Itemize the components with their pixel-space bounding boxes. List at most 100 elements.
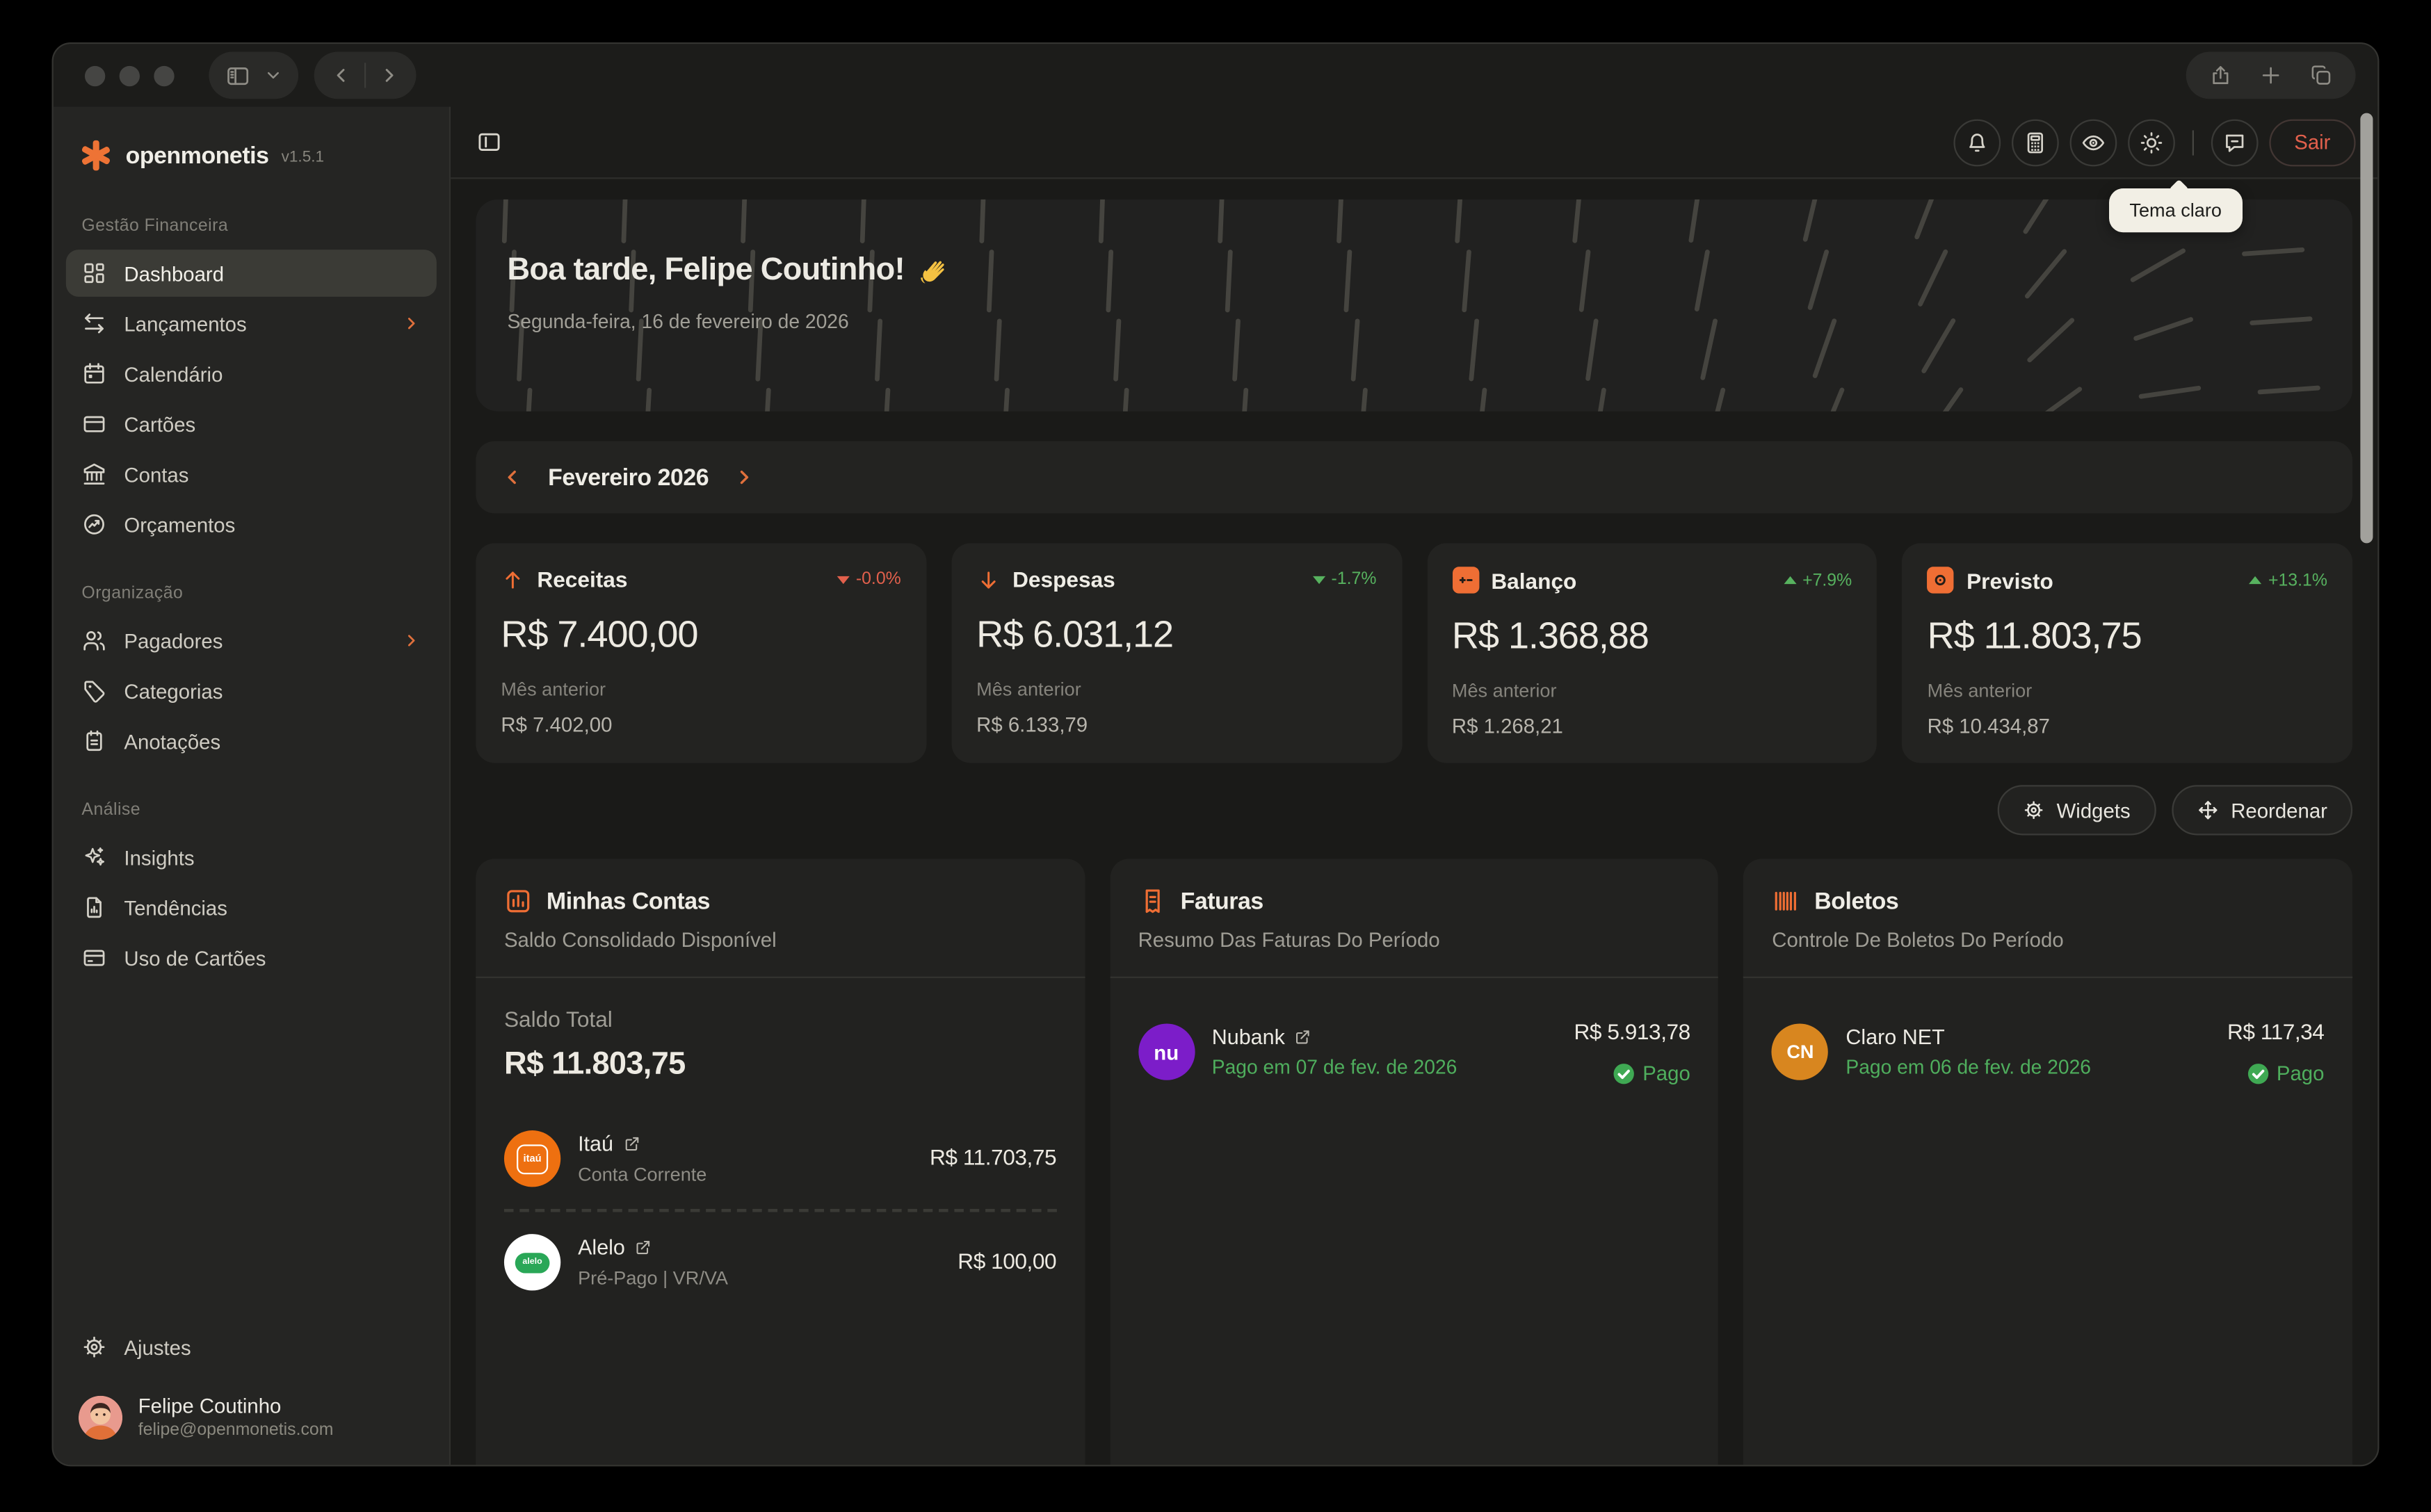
privacy-button[interactable] <box>2069 119 2117 166</box>
bill-name: Claro NET <box>1846 1025 1944 1049</box>
account-name: Itaú <box>578 1132 613 1155</box>
forward-icon[interactable] <box>378 65 401 87</box>
dashed-divider <box>504 1209 1056 1212</box>
scrollbar-thumb[interactable] <box>2360 113 2373 544</box>
minimize-window-button[interactable] <box>120 65 140 86</box>
month-label: Fevereiro 2026 <box>548 464 709 490</box>
sidebar-item-ajustes[interactable]: Ajustes <box>66 1324 437 1371</box>
bill-row-claro-net[interactable]: CN Claro NET Pago em 06 de fev. de 2026 … <box>1772 1007 2324 1098</box>
sidebar-item-tendencias[interactable]: Tendências <box>66 884 437 931</box>
sidebar-item-cartoes[interactable]: Cartões <box>66 400 437 448</box>
stat-card-balanco[interactable]: Balanço +7.9% R$ 1.368,88 Mês anterior R… <box>1427 543 1877 763</box>
claro-net-logo: CN <box>1772 1023 1828 1080</box>
sidebar-item-pagadores[interactable]: Pagadores <box>66 617 437 665</box>
collapse-sidebar-button[interactable] <box>476 129 502 155</box>
external-link-icon[interactable] <box>1294 1028 1311 1046</box>
account-row-alelo[interactable]: alelo Alelo Pré-Pago | VR/VA R$ 100,00 <box>504 1221 1056 1303</box>
previous-month-button[interactable] <box>492 457 533 498</box>
sidebar-item-contas[interactable]: Contas <box>66 450 437 498</box>
app: openmonetis v1.5.1 Gestão Financeira Das… <box>54 107 2377 1465</box>
sidebar-item-orcamentos[interactable]: Orçamentos <box>66 501 437 548</box>
feedback-button[interactable] <box>2211 119 2259 166</box>
sidebar-item-anotacoes[interactable]: Anotações <box>66 717 437 765</box>
total-label: Saldo Total <box>504 1007 1056 1032</box>
sun-icon <box>2139 129 2164 154</box>
new-tab-icon[interactable] <box>2259 63 2284 88</box>
share-icon[interactable] <box>2208 63 2233 88</box>
external-link-icon[interactable] <box>623 1135 640 1153</box>
tab-overview-icon[interactable] <box>2309 63 2334 88</box>
stat-badge: -1.7% <box>1312 570 1376 589</box>
bank-icon <box>81 462 106 487</box>
external-link-icon[interactable] <box>634 1239 652 1256</box>
sidebar-footer: Ajustes Felipe Coutinho felipe@openmonet… <box>66 1322 437 1446</box>
month-selector: Fevereiro 2026 <box>476 441 2352 514</box>
invoices-card-header: Faturas Resumo Das Faturas Do Período <box>1110 859 1719 978</box>
zoom-window-button[interactable] <box>154 65 174 86</box>
browser-chrome <box>54 44 2377 106</box>
notepad-icon <box>81 729 106 754</box>
sidebar-item-label: Orçamentos <box>124 512 235 536</box>
wave-emoji-icon <box>917 255 948 286</box>
message-icon <box>2222 129 2247 154</box>
logout-button[interactable]: Sair <box>2269 119 2355 166</box>
sidebar-item-uso-de-cartoes[interactable]: Uso de Cartões <box>66 934 437 982</box>
theme-tooltip: Tema claro <box>2109 188 2242 232</box>
account-amount: R$ 11.703,75 <box>930 1144 1056 1169</box>
stat-card-previsto[interactable]: Previsto +13.1% R$ 11.803,75 Mês anterio… <box>1902 543 2352 763</box>
accounts-list: itaú Itaú Conta Corrente R$ 11.703,75 <box>504 1118 1056 1303</box>
status-badge: Pago <box>1574 1062 1690 1085</box>
target-icon <box>1928 567 1954 593</box>
sidebar-item-label: Pagadores <box>124 628 223 652</box>
card-subtitle: Resumo Das Faturas Do Período <box>1138 928 1690 952</box>
card-title: Minhas Contas <box>547 888 710 914</box>
nav-pill-divider <box>364 63 366 88</box>
back-icon[interactable] <box>330 65 352 87</box>
file-chart-icon <box>81 895 106 920</box>
reorder-button[interactable]: Reordenar <box>2171 785 2352 835</box>
credit-card-icon <box>81 412 106 437</box>
stat-title: Balanço <box>1491 567 1576 592</box>
invoice-row-nubank[interactable]: nu Nubank Pago em 07 de fev. de 2026 R$ … <box>1138 1007 1690 1098</box>
invoice-amount: R$ 5.913,78 <box>1574 1019 1690 1044</box>
logo: openmonetis v1.5.1 <box>66 120 437 201</box>
eye-icon <box>2081 129 2106 154</box>
greeting-text: Boa tarde, Felipe Coutinho! <box>507 253 904 289</box>
sidebar-item-calendario[interactable]: Calendário <box>66 350 437 398</box>
plus-minus-icon <box>1452 567 1478 593</box>
calculator-button[interactable] <box>2012 119 2059 166</box>
sidebar-item-label: Dashboard <box>124 261 224 285</box>
sidebar-item-lancamentos[interactable]: Lançamentos <box>66 300 437 347</box>
stat-card-despesas[interactable]: Despesas -1.7% R$ 6.031,12 Mês anterior … <box>951 543 1402 763</box>
stat-card-receitas[interactable]: Receitas -0.0% R$ 7.400,00 Mês anterior … <box>476 543 926 763</box>
check-circle-icon <box>2247 1062 2269 1084</box>
accounts-card: Minhas Contas Saldo Consolidado Disponív… <box>476 859 1085 1465</box>
sidebar-item-label: Contas <box>124 462 188 486</box>
check-circle-icon <box>1613 1062 1635 1084</box>
tag-icon <box>81 678 106 704</box>
stat-badge: +7.9% <box>1784 571 1852 590</box>
account-name: Alelo <box>578 1235 625 1259</box>
bill-amount: R$ 117,34 <box>2227 1019 2325 1044</box>
sidebar-item-categorias[interactable]: Categorias <box>66 667 437 715</box>
stat-prev-value: R$ 10.434,87 <box>1928 715 2327 738</box>
stat-value: R$ 1.368,88 <box>1452 615 1852 659</box>
user-name: Felipe Coutinho <box>138 1394 334 1417</box>
stat-badge: +13.1% <box>2250 571 2327 590</box>
user-profile[interactable]: Felipe Coutinho felipe@openmonetis.com <box>66 1372 437 1446</box>
notifications-button[interactable] <box>1953 119 2001 166</box>
triangle-up-icon <box>2250 576 2262 584</box>
widgets-button[interactable]: Widgets <box>1997 785 2156 835</box>
stat-value: R$ 6.031,12 <box>976 614 1376 658</box>
sidebar-item-insights[interactable]: Insights <box>66 834 437 881</box>
close-window-button[interactable] <box>85 65 105 86</box>
sidebar-toggle-pill[interactable] <box>209 52 298 99</box>
sidebar-item-label: Insights <box>124 845 194 869</box>
chrome-actions-pill <box>2186 52 2356 99</box>
account-row-itau[interactable]: itaú Itaú Conta Corrente R$ 11.703,75 <box>504 1118 1056 1199</box>
arrow-up-icon <box>501 567 524 591</box>
theme-toggle-button[interactable] <box>2128 119 2175 166</box>
next-month-button[interactable] <box>725 457 766 498</box>
sidebar-item-dashboard[interactable]: Dashboard <box>66 250 437 297</box>
gear-icon <box>81 1335 106 1360</box>
